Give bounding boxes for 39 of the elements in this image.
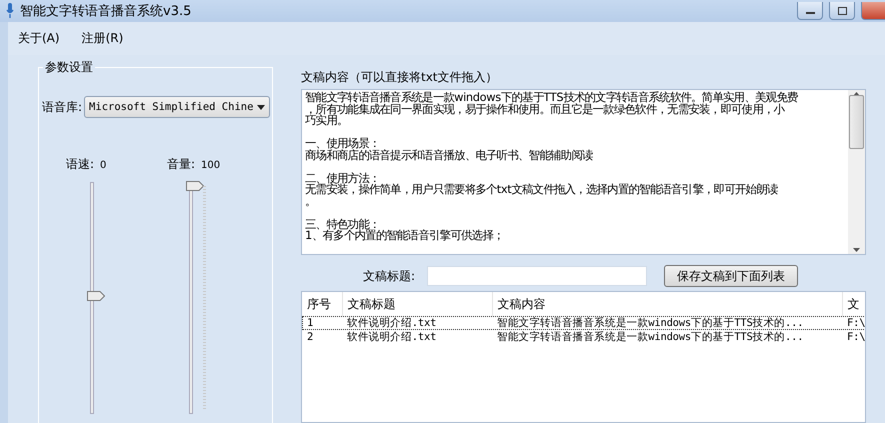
group-title: 参数设置 [43,59,95,76]
microphone-icon [6,3,14,19]
menu-item[interactable]: 关于(A) [18,30,60,47]
menu-item[interactable]: 注册(R) [82,30,124,47]
slider-thumb[interactable] [186,181,204,191]
column-header[interactable]: 序号 [302,292,342,316]
slider-reading: 0 [100,160,106,171]
caret-icon [257,104,266,110]
table-cell: 1 [302,316,342,330]
title-input[interactable] [427,266,648,286]
document-list[interactable]: 序号 文稿标题 文稿内容 文 1 软件说明介绍.txt 智能文字转语音播音系统是一款windows下的基于TTS技术的... F:\ 2 软件说明介绍.txt 智能文字转语音播音系统是一款windows下的基于TTS技术的... F:\ [301,291,866,423]
slider-reading: 100 [201,160,220,171]
table-cell: 软件说明介绍.txt [342,330,492,344]
scrollbar[interactable] [848,90,865,254]
table-cell: F:\ [842,330,865,344]
table-cell: 2 [302,330,342,344]
table-cell: 软件说明介绍.txt [342,316,492,330]
title-label: 文稿标题: [363,268,416,284]
table-cell: 智能文字转语音播音系统是一款windows下的基于TTS技术的... [492,330,842,344]
slider-label: 音量: [167,156,196,173]
scroll-thumb[interactable] [849,95,864,149]
slider-thumb[interactable] [87,291,105,301]
save-button[interactable]: 保存文稿到下面列表 [664,265,798,287]
slider-label: 语速: [66,156,94,173]
minimize-button[interactable] [797,2,823,20]
maximize-button[interactable] [829,2,855,20]
window-title: 智能文字转语音播音系统v3.5 [20,3,192,20]
close-button[interactable] [861,2,885,20]
scroll-down-icon[interactable] [853,248,860,252]
table-cell: F:\ [842,316,865,330]
voice-label: 语音库: [42,98,82,116]
column-header[interactable]: 文稿标题 [342,292,492,316]
maximize-icon [838,6,846,14]
column-header[interactable]: 文稿内容 [492,292,842,316]
content-label: 文稿内容（可以直接将txt文件拖入） [301,69,499,86]
column-header[interactable]: 文 [842,292,865,316]
table-cell: 智能文字转语音播音系统是一款windows下的基于TTS技术的... [492,316,842,330]
content-textarea[interactable]: 智能文字转语音播音系统是一款windows下的基于TTS技术的文字转语音系统软件。简单实用、美观免费 ，所有功能集成在同一界面实现，易于操作和使用。而且它是一款绿色软件，无需安装，即可使用，小 巧实用。 一、使用场景： 商场和商店的语音提示和语音播放、电子听书、智能辅助阅读 二、使用方法： 无需安装，操作简单，用户只需要将多个txt文稿文件拖入，选择内置的智能语音引擎，即可开始朗读 。 三、特色功能： 1、有多个内置的智能语音引擎可供选择； [301,89,866,255]
voice-dropdown[interactable]: Microsoft Simplified Chine [84,96,270,118]
